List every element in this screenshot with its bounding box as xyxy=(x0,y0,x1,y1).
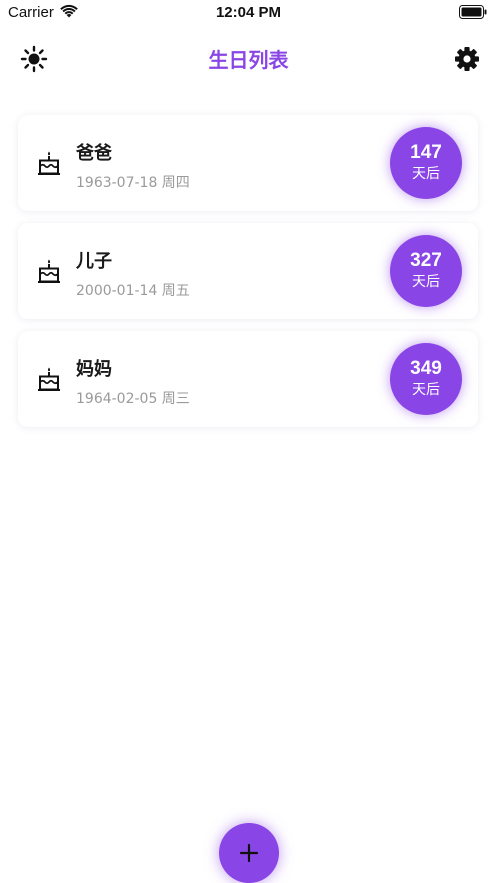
birthday-date: 1963-07-18 周四 xyxy=(76,175,190,191)
battery-icon xyxy=(459,5,487,19)
birthday-list: 爸爸 1963-07-18 周四 147 天后 儿子 2000-01-14 周五… xyxy=(18,115,478,439)
status-bar: Carrier 12:04 PM xyxy=(0,0,497,26)
days-unit: 天后 xyxy=(412,382,440,398)
app-header: 生日列表 xyxy=(0,34,497,82)
birthday-date: 1964-02-05 周三 xyxy=(76,391,190,407)
cake-icon xyxy=(38,259,60,283)
plus-icon xyxy=(239,843,259,863)
birthday-card[interactable]: 妈妈 1964-02-05 周三 349 天后 xyxy=(18,331,478,427)
status-time: 12:04 PM xyxy=(215,4,282,21)
birthday-name: 儿子 xyxy=(76,251,112,272)
add-birthday-button[interactable] xyxy=(219,823,279,883)
birthday-card[interactable]: 爸爸 1963-07-18 周四 147 天后 xyxy=(18,115,478,211)
page-title: 生日列表 xyxy=(208,48,289,72)
days-remaining-badge: 147 天后 xyxy=(390,127,462,199)
days-count: 147 xyxy=(410,142,442,163)
birthday-name: 妈妈 xyxy=(76,359,112,380)
days-unit: 天后 xyxy=(412,274,440,290)
gear-icon xyxy=(455,47,479,71)
days-count: 349 xyxy=(410,358,442,379)
birthday-card[interactable]: 儿子 2000-01-14 周五 327 天后 xyxy=(18,223,478,319)
birthday-name: 爸爸 xyxy=(76,143,112,164)
days-remaining-badge: 349 天后 xyxy=(390,343,462,415)
cake-icon xyxy=(38,367,60,391)
cake-icon xyxy=(38,151,60,175)
birthday-list-screen: Carrier 12:04 PM 生日列表 爸爸 1963-07-18 周四 1… xyxy=(0,0,497,883)
settings-button[interactable] xyxy=(451,43,483,75)
birthday-date: 2000-01-14 周五 xyxy=(76,283,190,299)
days-remaining-badge: 327 天后 xyxy=(390,235,462,307)
days-count: 327 xyxy=(410,250,442,271)
days-unit: 天后 xyxy=(412,166,440,182)
